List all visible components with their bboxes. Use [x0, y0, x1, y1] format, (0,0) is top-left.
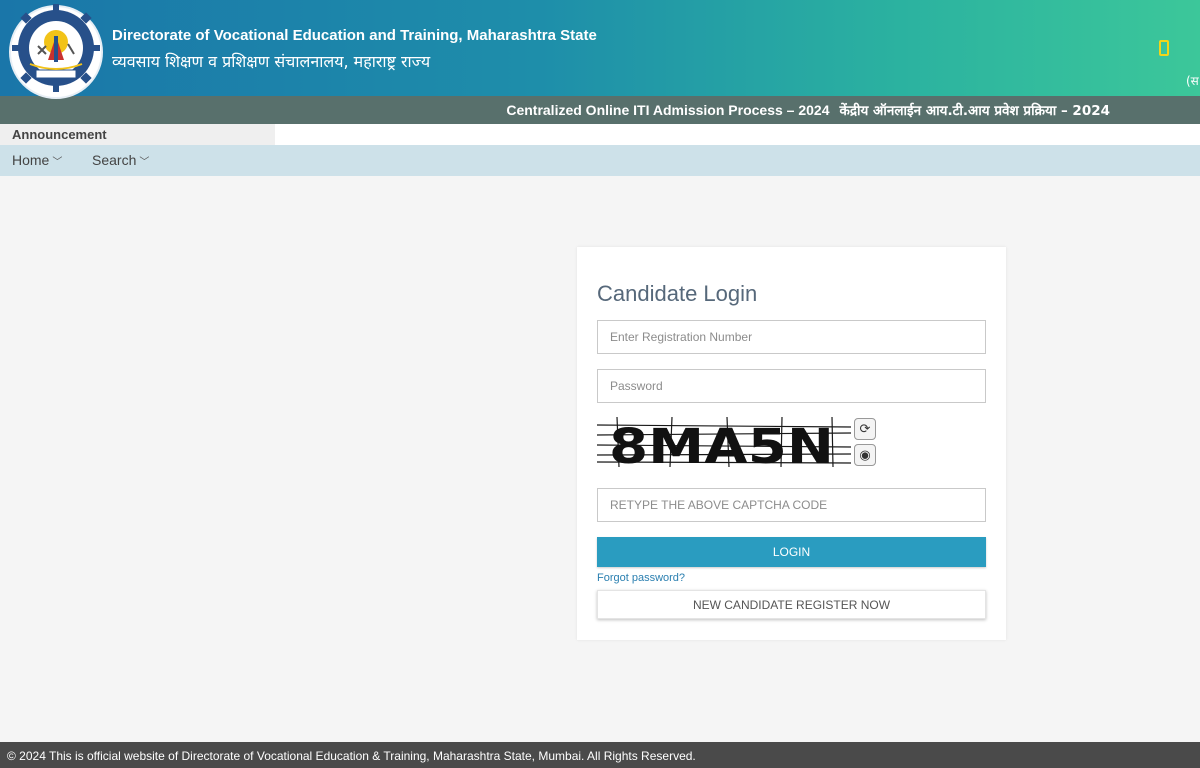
captcha-image: 8MA5N — [597, 417, 851, 467]
candidate-login-card: Candidate Login 8MA5N ⟳ ◉ LOGIN Forgot p… — [577, 247, 1006, 640]
announcement-label-area: Announcement — [0, 124, 275, 145]
registration-number-input[interactable] — [597, 320, 986, 354]
forgot-password-link[interactable]: Forgot password? — [597, 572, 685, 584]
site-title-english: Directorate of Vocational Education and … — [112, 27, 597, 44]
announcement-label: Announcement — [12, 127, 107, 142]
captcha-code: 8MA5N — [609, 419, 834, 467]
password-input[interactable] — [597, 369, 986, 403]
chevron-down-icon: ﹀ — [139, 157, 150, 168]
nav-home-menu[interactable]: Home ﹀ — [12, 152, 62, 168]
login-title: Candidate Login — [597, 281, 758, 306]
dvet-logo-icon — [9, 4, 103, 99]
header-right-text: (स — [1186, 74, 1199, 88]
nav-search-menu[interactable]: Search ﹀ — [92, 152, 149, 168]
audio-captcha-icon[interactable]: ◉ — [854, 444, 876, 466]
new-candidate-register-button[interactable]: NEW CANDIDATE REGISTER NOW — [597, 590, 986, 619]
admission-banner-text: Centralized Online ITI Admission Process… — [506, 101, 1110, 119]
admission-banner: Centralized Online ITI Admission Process… — [0, 96, 1200, 124]
site-footer: © 2024 This is official website of Direc… — [0, 742, 1200, 768]
captcha-input[interactable] — [597, 488, 986, 522]
login-button[interactable]: LOGIN — [597, 537, 986, 567]
footer-copyright: © 2024 This is official website of Direc… — [7, 749, 696, 763]
nav-home-label: Home — [12, 152, 50, 168]
refresh-captcha-icon[interactable]: ⟳ — [854, 418, 876, 440]
announcement-ticker — [275, 124, 1200, 145]
admission-title-english: Centralized Online ITI Admission Process… — [506, 102, 830, 118]
mobile-phone-icon — [1159, 40, 1169, 56]
chevron-down-icon: ﹀ — [52, 157, 63, 168]
admission-title-marathi: केंद्रीय ऑनलाईन आय.टी.आय प्रवेश प्रक्रिय… — [839, 103, 1110, 119]
main-navbar: Home ﹀ Search ﹀ — [0, 145, 1200, 176]
site-header: Directorate of Vocational Education and … — [0, 0, 1200, 99]
site-title-marathi: व्यवसाय शिक्षण व प्रशिक्षण संचालनालय, मह… — [112, 52, 431, 71]
nav-search-label: Search — [92, 152, 137, 168]
